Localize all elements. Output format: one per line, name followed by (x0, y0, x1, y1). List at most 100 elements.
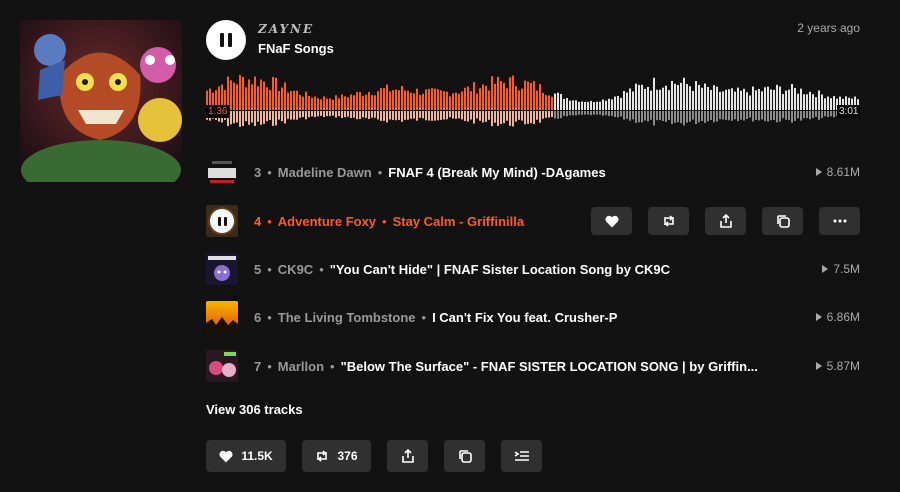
waveform-bar (746, 92, 748, 110)
waveform-bar (440, 90, 442, 110)
waveform-bar (353, 95, 355, 110)
waveform-reflection (656, 111, 658, 121)
waveform-bar (257, 86, 259, 110)
waveform-bar (749, 95, 751, 110)
waveform-bar (779, 86, 781, 110)
track-row[interactable]: 3 • Madeline Dawn • FNAF 4 (Break My Min… (206, 156, 860, 188)
waveform-bar (425, 89, 427, 110)
waveform-reflection (728, 111, 730, 121)
artist-name[interactable]: ZAYNE (258, 22, 314, 36)
waveform-bar (587, 101, 589, 110)
waveform-bar (806, 94, 808, 110)
track-thumbnail[interactable] (206, 253, 238, 285)
track-row[interactable]: 5 • CK9C • "You Can't Hide" | FNAF Siste… (206, 253, 860, 285)
like-button[interactable] (591, 207, 632, 235)
repost-button[interactable] (648, 207, 689, 235)
waveform-reflection (467, 111, 469, 122)
play-count-value: 7.5M (833, 262, 860, 276)
waveform-bar (536, 90, 538, 110)
waveform-reflection (821, 111, 823, 118)
waveform-reflection (815, 111, 817, 117)
waveform-bar (473, 82, 475, 110)
play-pause-button[interactable] (206, 20, 246, 60)
waveform-bar (305, 91, 307, 110)
waveform-bar (323, 96, 325, 110)
waveform-reflection (692, 111, 694, 120)
share-button[interactable] (387, 440, 428, 472)
waveform-reflection (272, 111, 274, 126)
waveform-reflection (344, 111, 346, 118)
waveform-bar (758, 89, 760, 110)
waveform-reflection (476, 111, 478, 119)
waveform-reflection (293, 111, 295, 120)
waveform-reflection (785, 111, 787, 120)
track-thumbnail[interactable] (206, 301, 238, 333)
track-artist[interactable]: CK9C (278, 262, 313, 277)
playlist-title[interactable]: FNaF Songs (258, 41, 334, 56)
waveform-bar (644, 88, 646, 110)
copy-link-button[interactable] (762, 207, 803, 235)
share-button[interactable] (705, 207, 746, 235)
playlist-artwork[interactable] (20, 20, 182, 182)
waveform-reflection (503, 111, 505, 124)
waveform-reflection (458, 111, 460, 119)
like-button[interactable]: 11.5K (206, 440, 286, 472)
track-thumbnail[interactable] (206, 350, 238, 382)
heart-icon (604, 215, 619, 227)
track-title[interactable]: "You Can't Hide" | FNAF Sister Location … (330, 262, 670, 277)
track-title[interactable]: Stay Calm - Griffinilla (393, 214, 524, 229)
waveform-bar (626, 92, 628, 110)
waveform-bar (476, 93, 478, 110)
waveform-reflection (449, 111, 451, 118)
track-thumbnail[interactable] (206, 205, 238, 237)
waveform-reflection (620, 111, 622, 117)
view-all-tracks-link[interactable]: View 306 tracks (206, 402, 303, 417)
waveform-reflection (782, 111, 784, 119)
waveform-reflection (446, 111, 448, 120)
waveform-reflection (545, 111, 547, 118)
copy-link-button[interactable] (444, 440, 485, 472)
waveform-bar (572, 100, 574, 110)
waveform-bar (386, 84, 388, 110)
waveform-bar (707, 86, 709, 110)
track-artist[interactable]: The Living Tombstone (278, 310, 416, 325)
track-row[interactable]: 6 • The Living Tombstone • I Can't Fix Y… (206, 301, 860, 333)
track-thumbnail[interactable] (206, 156, 238, 188)
track-row[interactable]: 7 • Marllon • "Below The Surface" - FNAF… (206, 350, 860, 382)
track-artist[interactable]: Adventure Foxy (278, 214, 376, 229)
track-artist[interactable]: Madeline Dawn (278, 165, 372, 180)
waveform-reflection (632, 111, 634, 120)
track-row-active[interactable]: 4 • Adventure Foxy • Stay Calm - Griffin… (206, 205, 860, 237)
add-to-next-up-button[interactable] (501, 440, 542, 472)
waveform-bar (230, 80, 232, 110)
waveform[interactable] (206, 70, 860, 136)
waveform-reflection (428, 111, 430, 121)
separator-dot: • (319, 261, 324, 277)
waveform-bar (251, 84, 253, 110)
waveform-bar (767, 86, 769, 110)
repost-button[interactable]: 376 (302, 440, 371, 472)
waveform-bar (629, 88, 631, 110)
waveform-bar (650, 90, 652, 110)
waveform-reflection (605, 111, 607, 116)
waveform-bar (464, 87, 466, 110)
waveform-reflection (662, 111, 664, 122)
waveform-reflection (725, 111, 727, 121)
waveform-reflection (668, 111, 670, 120)
track-title[interactable]: I Can't Fix You feat. Crusher-P (432, 310, 617, 325)
track-title[interactable]: FNAF 4 (Break My Mind) -DAgames (388, 165, 605, 180)
waveform-bar (602, 99, 604, 110)
waveform-reflection (401, 111, 403, 122)
waveform-bar (356, 91, 358, 110)
waveform-reflection (338, 111, 340, 117)
thumbnail-pause-button[interactable] (210, 209, 234, 233)
track-artist[interactable]: Marllon (278, 359, 324, 374)
waveform-reflection (803, 111, 805, 119)
waveform-reflection (638, 111, 640, 123)
play-count: 7.5M (822, 262, 860, 276)
more-button[interactable] (819, 207, 860, 235)
waveform-bar (491, 76, 493, 110)
waveform-bar (242, 76, 244, 110)
track-title[interactable]: "Below The Surface" - FNAF SISTER LOCATI… (341, 359, 758, 374)
waveform-reflection (599, 111, 601, 115)
